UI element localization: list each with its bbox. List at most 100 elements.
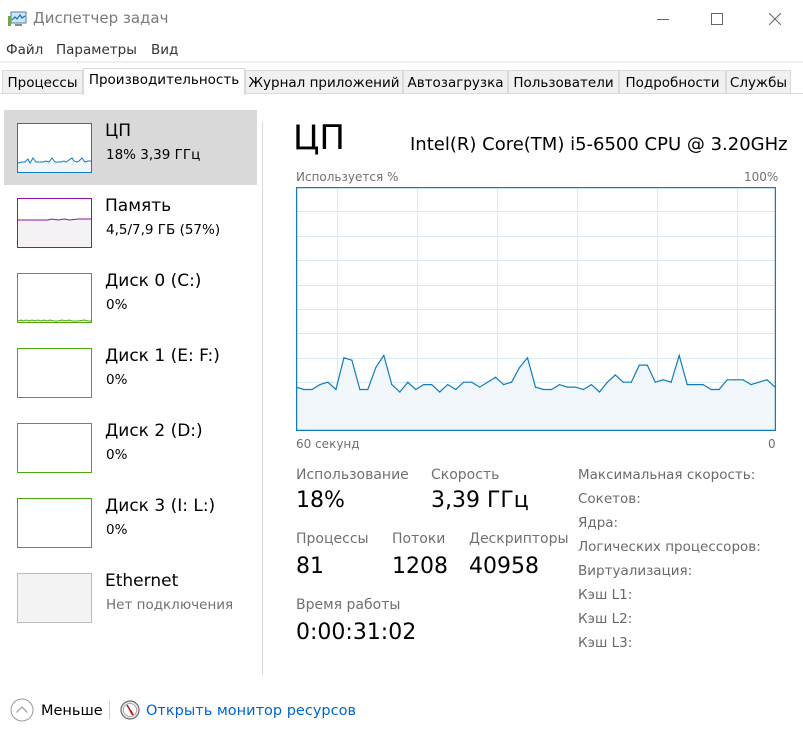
- spec-virtualization: Виртуализация:: [578, 563, 693, 579]
- tab-users[interactable]: Пользователи: [508, 70, 619, 94]
- chart-data-point: [670, 381, 672, 383]
- chart-data-point: [511, 381, 513, 383]
- chart-data-point: [766, 379, 768, 381]
- tab-performance[interactable]: Производительность: [83, 68, 245, 95]
- menu-options[interactable]: Параметры: [56, 42, 137, 58]
- page-title: ЦП: [293, 118, 345, 158]
- chart-data-point: [534, 386, 537, 388]
- menu-file[interactable]: Файл: [6, 42, 43, 58]
- sidebar-item-cpu[interactable]: ЦП 18% 3,39 ГГц: [4, 110, 257, 185]
- sidebar-item-subtitle: 0%: [106, 372, 128, 388]
- maximize-button[interactable]: [694, 0, 740, 38]
- disk-2-thumbnail-graph: [17, 423, 92, 473]
- chart-data-point: [678, 354, 680, 356]
- chart-data-point: [479, 386, 481, 388]
- threads-value: 1208: [392, 554, 448, 579]
- chart-data-point: [335, 388, 337, 391]
- tab-services[interactable]: Службы: [726, 70, 791, 94]
- disk-3-thumbnail-graph: [17, 498, 92, 548]
- chart-data-point: [391, 384, 393, 386]
- spec-sockets: Сокетов:: [578, 491, 641, 507]
- chart-data-point: [359, 388, 361, 391]
- handles-label: Дескрипторы: [469, 531, 569, 547]
- chart-data-point: [686, 384, 688, 386]
- disk-0-mini-chart: [18, 319, 91, 322]
- sidebar-item-subtitle: 0%: [106, 447, 128, 463]
- chart-x-right-label: 0: [768, 437, 776, 451]
- chart-data-point: [407, 381, 409, 383]
- chart-data-point: [351, 359, 353, 361]
- menu-divider: [0, 61, 803, 63]
- disk-0-thumbnail-graph: [17, 273, 92, 323]
- chart-data-point: [375, 367, 377, 369]
- chart-data-point: [734, 379, 736, 381]
- sidebar-item-title: Диск 2 (D:): [105, 421, 203, 441]
- sidebar-item-title: Диск 1 (E: F:): [105, 346, 220, 366]
- chart-data-point: [702, 384, 704, 386]
- chart-data-point: [630, 381, 632, 383]
- chart-data-point: [423, 384, 425, 386]
- chart-grid-horizontal: [296, 211, 776, 408]
- chart-area-fill: [296, 355, 775, 431]
- uptime-value: 0:00:31:02: [296, 620, 417, 645]
- cpu-model-name: Intel(R) Core(TM) i5-6500 CPU @ 3.20GHz: [410, 134, 788, 155]
- chart-data-point: [614, 374, 616, 376]
- handles-value: 40958: [469, 554, 539, 579]
- speed-value: 3,39 ГГц: [431, 488, 529, 513]
- sidebar-item-subtitle: Нет подключения: [106, 597, 234, 613]
- open-resource-monitor-link[interactable]: Открыть монитор ресурсов: [146, 703, 356, 719]
- chart-data-point: [311, 388, 313, 391]
- chart-data-point: [750, 384, 752, 386]
- processes-label: Процессы: [296, 531, 369, 547]
- fewer-details-button[interactable]: Меньше: [41, 703, 103, 719]
- sidebar-divider: [262, 122, 263, 675]
- task-manager-icon: [8, 11, 27, 26]
- minimize-button[interactable]: [640, 0, 686, 38]
- sidebar-item-title: Ethernet: [105, 571, 179, 591]
- chart-data-point: [518, 367, 521, 369]
- chevron-up-circle-icon[interactable]: [10, 698, 34, 722]
- cpu-usage-chart: [295, 186, 777, 432]
- sidebar-item-ethernet[interactable]: Ethernet Нет подключения: [4, 560, 257, 635]
- close-icon: [769, 13, 781, 25]
- chart-data-point: [582, 388, 584, 391]
- sidebar-item-subtitle: 4,5/7,9 ГБ (57%): [106, 222, 221, 238]
- menu-bar: Файл Параметры Вид: [0, 38, 803, 62]
- chart-data-point: [550, 388, 553, 391]
- chart-data-point: [646, 364, 648, 366]
- chart-data-point: [439, 391, 441, 393]
- spec-cores: Ядра:: [578, 515, 619, 531]
- tab-app-history[interactable]: Журнал приложений: [245, 70, 403, 94]
- sidebar-item-memory[interactable]: Память 4,5/7,9 ГБ (57%): [4, 185, 257, 260]
- chart-data-point: [503, 384, 505, 386]
- chart-data-point: [471, 381, 473, 383]
- sidebar-item-subtitle: 0%: [106, 297, 128, 313]
- memory-thumbnail-graph: [17, 198, 92, 248]
- chart-data-point: [343, 357, 345, 359]
- chart-data-point: [606, 381, 608, 383]
- maximize-icon: [711, 13, 723, 25]
- cpu-thumbnail-graph: [17, 123, 92, 173]
- tab-startup[interactable]: Автозагрузка: [403, 70, 508, 94]
- threads-label: Потоки: [392, 531, 446, 547]
- sidebar-item-disk-2[interactable]: Диск 2 (D:) 0%: [4, 410, 257, 485]
- chart-data-point: [327, 381, 329, 383]
- tab-details[interactable]: Подробности: [619, 70, 726, 94]
- sidebar-item-disk-3[interactable]: Диск 3 (I: L:) 0%: [4, 485, 257, 560]
- spec-l2-cache: Кэш L2:: [578, 611, 633, 627]
- cpu-usage-chart-svg: [295, 186, 777, 432]
- resource-monitor-icon: [120, 700, 140, 720]
- chart-data-point: [566, 386, 568, 388]
- chart-data-point: [694, 384, 696, 386]
- close-button[interactable]: [752, 0, 798, 38]
- sidebar-item-title: ЦП: [105, 121, 131, 141]
- menu-view[interactable]: Вид: [151, 42, 178, 58]
- chart-data-point: [590, 384, 592, 386]
- sidebar-item-disk-1[interactable]: Диск 1 (E: F:) 0%: [4, 335, 257, 410]
- chart-data-point: [399, 391, 401, 393]
- sidebar-item-disk-0[interactable]: Диск 0 (C:) 0%: [4, 260, 257, 335]
- chart-data-point: [654, 381, 656, 383]
- tab-processes[interactable]: Процессы: [2, 70, 83, 94]
- minimize-icon: [657, 19, 669, 20]
- chart-data-point: [558, 384, 561, 386]
